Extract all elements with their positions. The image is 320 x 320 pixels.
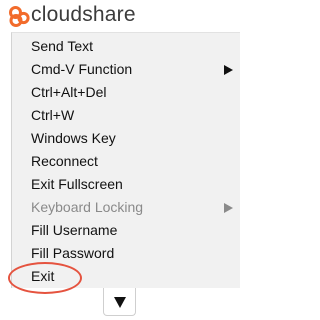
menu-item-label: Reconnect	[31, 153, 98, 169]
menu-item-label: Windows Key	[31, 130, 116, 146]
menu-item-label: Send Text	[31, 38, 94, 54]
menu-toggle-button[interactable]	[103, 288, 136, 316]
menu-item-label: Exit Fullscreen	[31, 176, 123, 192]
menu-item-fill-username[interactable]: Fill Username	[31, 219, 236, 242]
menu-item-label: Ctrl+W	[31, 107, 75, 123]
menu-item-label: Fill Password	[31, 245, 115, 261]
submenu-arrow-icon	[224, 65, 233, 75]
menu-item-keyboard-locking: Keyboard Locking	[31, 196, 236, 219]
menu-item-label: Keyboard Locking	[31, 199, 144, 215]
menu-item-reconnect[interactable]: Reconnect	[31, 150, 236, 173]
menu-item-ctrl-w[interactable]: Ctrl+W	[31, 104, 236, 127]
menu-item-label: Cmd-V Function	[31, 61, 133, 77]
menu-item-label: Ctrl+Alt+Del	[31, 84, 107, 100]
menu-item-label: Exit	[31, 268, 55, 284]
menu-item-label: Fill Username	[31, 222, 118, 238]
menu-item-cmd-v-function[interactable]: Cmd-V Function	[31, 58, 236, 81]
menu-item-windows-key[interactable]: Windows Key	[31, 127, 236, 150]
menu-item-fill-password[interactable]: Fill Password	[31, 242, 236, 265]
menu-item-exit-fullscreen[interactable]: Exit Fullscreen	[31, 173, 236, 196]
submenu-arrow-icon	[224, 203, 233, 213]
menu-item-ctrl-alt-del[interactable]: Ctrl+Alt+Del	[31, 81, 236, 104]
cloudshare-logo-icon	[9, 6, 30, 27]
toolbar-menu: Send Text Cmd-V Function Ctrl+Alt+Del Ct…	[11, 32, 240, 288]
menu-item-exit[interactable]: Exit	[31, 265, 236, 288]
menu-item-send-text[interactable]: Send Text	[31, 35, 236, 58]
logo-bar: cloudshare	[0, 0, 240, 32]
brand-name: cloudshare	[31, 3, 136, 26]
triangle-down-icon	[114, 297, 126, 308]
cloudshare-toolbar-window: cloudshare Send Text Cmd-V Function Ctrl…	[0, 0, 240, 320]
